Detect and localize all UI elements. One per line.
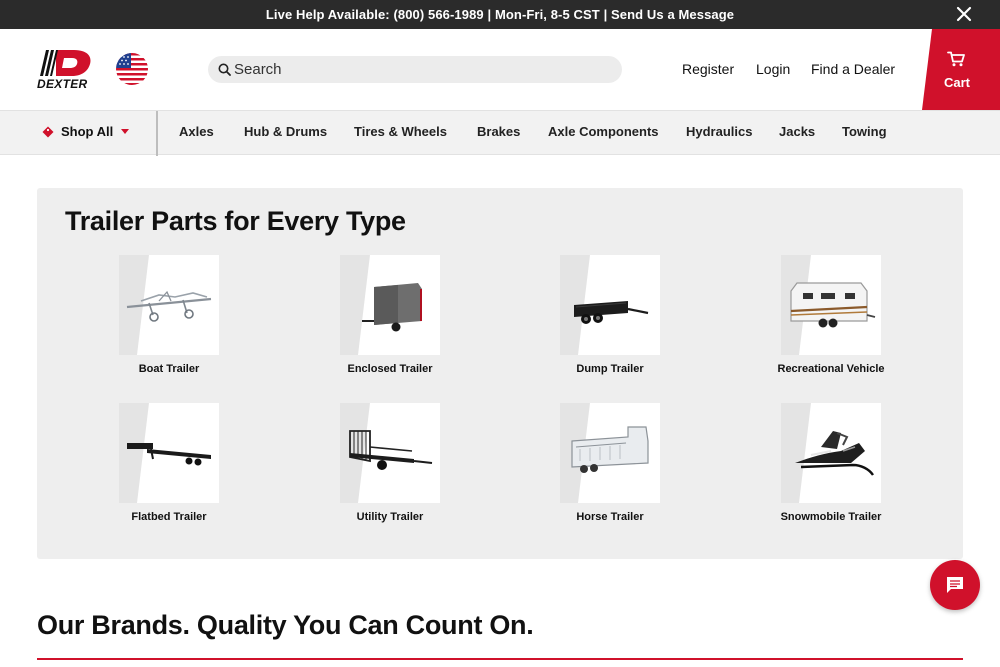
site-header: DEXTER Register Login Find a Dealer Cart xyxy=(0,29,1000,110)
trailer-tile-flatbed[interactable] xyxy=(119,403,219,503)
cart-icon xyxy=(947,51,965,67)
chat-button[interactable] xyxy=(930,560,980,610)
nav-item-tires-wheels[interactable]: Tires & Wheels xyxy=(354,124,447,139)
chevron-down-icon xyxy=(121,129,130,134)
trailer-label-horse[interactable]: Horse Trailer xyxy=(540,510,680,524)
flatbed-trailer-icon xyxy=(127,443,211,466)
shop-all-label: Shop All xyxy=(61,124,114,139)
cart-label: Cart xyxy=(944,75,971,90)
shop-all-menu[interactable]: Shop All xyxy=(42,124,130,139)
boat-trailer-icon xyxy=(126,290,212,322)
help-announcement-bar: Live Help Available: (800) 566-1989 | Mo… xyxy=(0,0,1000,29)
cart-button[interactable]: Cart xyxy=(922,29,1000,110)
dump-trailer-icon xyxy=(574,301,649,324)
nav-item-axle-components[interactable]: Axle Components xyxy=(548,124,659,139)
us-flag-icon[interactable] xyxy=(116,53,148,85)
trailer-label-boat[interactable]: Boat Trailer xyxy=(99,362,239,376)
trailer-label-utility[interactable]: Utility Trailer xyxy=(320,510,460,524)
phone-link[interactable]: (800) 566-1989 xyxy=(393,7,483,22)
close-icon[interactable] xyxy=(956,6,972,22)
login-link[interactable]: Login xyxy=(756,61,790,77)
nav-item-hydraulics[interactable]: Hydraulics xyxy=(686,124,752,139)
trailer-tile-rv[interactable] xyxy=(781,255,881,355)
snowmobile-icon xyxy=(795,431,874,476)
nav-item-hub-drums[interactable]: Hub & Drums xyxy=(244,124,327,139)
section-title: Trailer Parts for Every Type xyxy=(65,206,406,236)
search-input[interactable] xyxy=(234,56,614,83)
trailer-label-enclosed[interactable]: Enclosed Trailer xyxy=(320,362,460,376)
brands-heading: Our Brands. Quality You Can Count On. xyxy=(37,610,534,640)
horse-trailer-icon xyxy=(571,426,649,473)
nav-item-jacks[interactable]: Jacks xyxy=(779,124,815,139)
search-icon[interactable] xyxy=(218,63,231,76)
divider: | xyxy=(603,7,608,22)
tag-icon xyxy=(42,126,54,137)
brands-divider xyxy=(37,658,963,660)
trailer-tile-utility[interactable] xyxy=(340,403,440,503)
find-dealer-link[interactable]: Find a Dealer xyxy=(811,61,895,77)
trailer-types-section: Trailer Parts for Every Type Boat Traile… xyxy=(37,188,963,559)
trailer-label-dump[interactable]: Dump Trailer xyxy=(540,362,680,376)
trailer-tile-enclosed[interactable] xyxy=(340,255,440,355)
trailer-label-snowmobile[interactable]: Snowmobile Trailer xyxy=(761,510,901,524)
send-message-link[interactable]: Send Us a Message xyxy=(611,7,734,22)
enclosed-trailer-icon xyxy=(362,283,422,332)
nav-divider xyxy=(156,111,158,156)
trailer-label-flatbed[interactable]: Flatbed Trailer xyxy=(99,510,239,524)
chat-icon xyxy=(947,577,963,593)
search-bar[interactable] xyxy=(208,56,622,83)
category-nav: Shop All Axles Hub & Drums Tires & Wheel… xyxy=(0,110,1000,156)
logo-wordmark: DEXTER xyxy=(37,77,88,91)
nav-item-axles[interactable]: Axles xyxy=(179,124,214,139)
rv-icon xyxy=(790,282,876,328)
utility-trailer-icon xyxy=(349,430,433,470)
hours-text: Mon-Fri, 8-5 CST xyxy=(494,7,600,22)
divider: | xyxy=(487,7,492,22)
trailer-tile-dump[interactable] xyxy=(560,255,660,355)
nav-item-brakes[interactable]: Brakes xyxy=(477,124,520,139)
trailer-tile-horse[interactable] xyxy=(560,403,660,503)
trailer-tile-snowmobile[interactable] xyxy=(781,403,881,503)
nav-item-towing[interactable]: Towing xyxy=(842,124,887,139)
help-text: Live Help Available: (800) 566-1989 | Mo… xyxy=(0,7,1000,22)
trailer-label-rv[interactable]: Recreational Vehicle xyxy=(761,362,901,376)
trailer-tile-boat[interactable] xyxy=(119,255,219,355)
register-link[interactable]: Register xyxy=(682,61,734,77)
help-label: Live Help Available: xyxy=(265,7,390,22)
